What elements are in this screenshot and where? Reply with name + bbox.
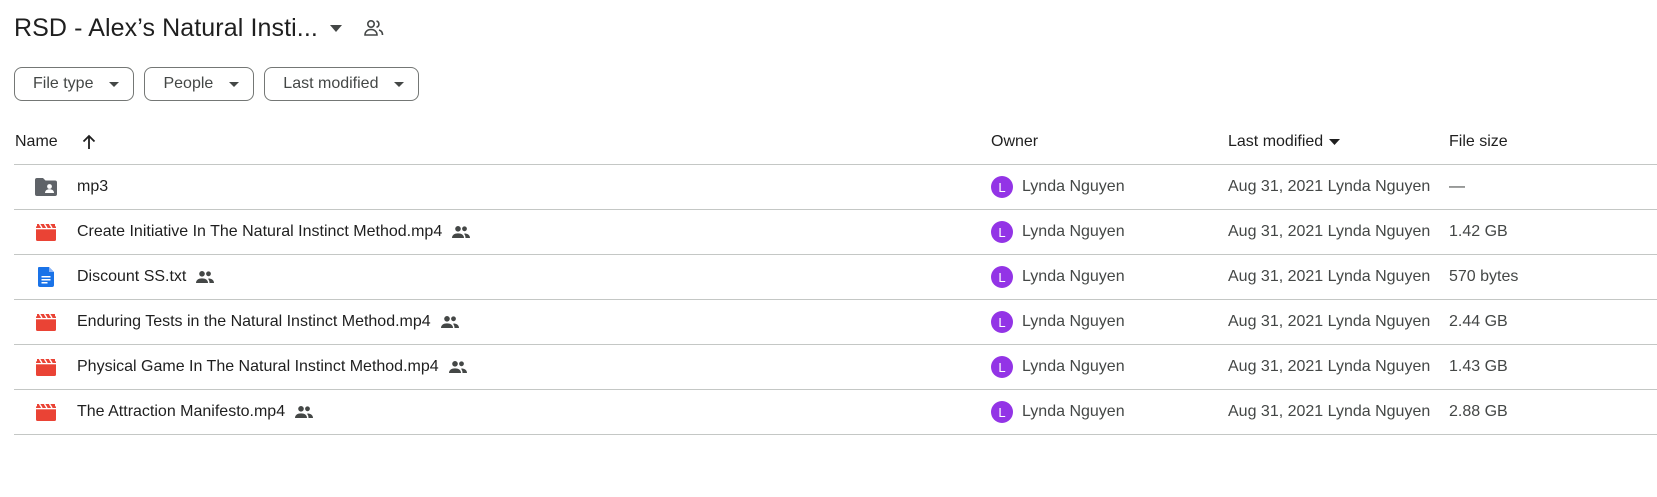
shared-icon (440, 315, 459, 329)
table-row[interactable]: The Attraction Manifesto.mp4 L Lynda Nguye… (14, 390, 1657, 435)
video-file-icon (34, 345, 58, 389)
file-size-cell: 2.88 GB (1449, 403, 1508, 420)
file-name-cell: Create Initiative In The Natural Instinc… (77, 210, 471, 254)
shared-icon (295, 405, 314, 419)
shared-icon (196, 270, 215, 284)
owner-name: Lynda Nguyen (1022, 313, 1125, 330)
owner-cell: L Lynda Nguyen (991, 300, 1125, 344)
file-size-cell: 1.42 GB (1449, 223, 1508, 240)
file-name-cell: mp3 (77, 165, 108, 209)
file-name: mp3 (77, 178, 109, 195)
file-name: Create Initiative In The Natural Instinc… (77, 223, 443, 240)
owner-cell: L Lynda Nguyen (991, 210, 1125, 254)
last-modified-cell: Aug 31, 2021 Lynda Nguyen (1228, 403, 1431, 420)
last-modified-cell: Aug 31, 2021 Lynda Nguyen (1228, 223, 1431, 240)
video-file-icon (34, 390, 58, 434)
video-file-icon (34, 300, 58, 344)
file-name: Discount SS.txt (77, 268, 187, 285)
people-icon[interactable] (364, 19, 384, 37)
caret-down-icon (109, 81, 120, 87)
file-size-cell: 1.43 GB (1449, 358, 1508, 375)
file-name: The Attraction Manifesto.mp4 (77, 403, 286, 420)
caret-down-icon (1329, 139, 1341, 145)
file-name: Physical Game In The Natural Instinct Me… (77, 358, 439, 375)
owner-cell: L Lynda Nguyen (991, 345, 1125, 389)
file-type-filter-chip[interactable]: File type (14, 67, 135, 101)
filter-bar: File type People Last modified (14, 67, 420, 101)
file-name: Enduring Tests in the Natural Instinct M… (77, 313, 431, 330)
table-row[interactable]: mp3 L Lynda Nguyen Aug 31, 2021 Lynda Nguye… (14, 165, 1657, 210)
table-header: Name Owner Last modified File size (14, 120, 1657, 165)
owner-name: Lynda Nguyen (1022, 268, 1125, 285)
owner-cell: L Lynda Nguyen (991, 255, 1125, 299)
people-filter-chip[interactable]: People (144, 67, 255, 101)
shared-icon (452, 225, 471, 239)
last-modified-cell: Aug 31, 2021 Lynda Nguyen (1228, 358, 1431, 375)
file-name-cell: Discount SS.txt (77, 255, 215, 299)
avatar: L (991, 311, 1013, 333)
last-modified-filter-label: Last modified (283, 75, 379, 92)
file-name-cell: Enduring Tests in the Natural Instinct M… (77, 300, 459, 344)
folder-title[interactable]: RSD - Alex’s Natural Insti... (14, 14, 318, 43)
file-size-cell: — (1449, 178, 1465, 195)
owner-cell: L Lynda Nguyen (991, 390, 1125, 434)
text-file-icon (34, 255, 58, 299)
shared-folder-icon (34, 165, 58, 209)
file-size-column-header[interactable]: File size (1449, 120, 1508, 164)
owner-cell: L Lynda Nguyen (991, 165, 1125, 209)
table-row[interactable]: Physical Game In The Natural Instinct Me… (14, 345, 1657, 390)
avatar: L (991, 266, 1013, 288)
owner-name: Lynda Nguyen (1022, 223, 1125, 240)
table-row[interactable]: Create Initiative In The Natural Instinc… (14, 210, 1657, 255)
file-name-cell: Physical Game In The Natural Instinct Me… (77, 345, 467, 389)
people-filter-label: People (163, 75, 214, 92)
last-modified-cell: Aug 31, 2021 Lynda Nguyen (1228, 313, 1431, 330)
table-body: mp3 L Lynda Nguyen Aug 31, 2021 Lynda Nguye… (14, 165, 1657, 435)
last-modified-column-label: Last modified (1228, 133, 1324, 150)
caret-down-icon[interactable] (329, 24, 342, 32)
last-modified-cell: Aug 31, 2021 Lynda Nguyen (1228, 178, 1431, 195)
owner-name: Lynda Nguyen (1022, 358, 1125, 375)
file-size-cell: 2.44 GB (1449, 313, 1508, 330)
file-size-cell: 570 bytes (1449, 268, 1519, 285)
file-list: Name Owner Last modified File size mp3 L L… (14, 120, 1657, 435)
avatar: L (991, 356, 1013, 378)
owner-name: Lynda Nguyen (1022, 178, 1125, 195)
last-modified-filter-chip[interactable]: Last modified (264, 67, 420, 101)
table-row[interactable]: Discount SS.txt L Lynda Nguyen Aug 31, 2021… (14, 255, 1657, 300)
last-modified-column-header[interactable]: Last modified (1228, 120, 1341, 164)
video-file-icon (34, 210, 58, 254)
owner-name: Lynda Nguyen (1022, 403, 1125, 420)
table-row[interactable]: Enduring Tests in the Natural Instinct M… (14, 300, 1657, 345)
avatar: L (991, 176, 1013, 198)
name-column-header[interactable]: Name (15, 120, 58, 164)
owner-column-header[interactable]: Owner (991, 120, 1038, 164)
file-type-filter-label: File type (33, 75, 94, 92)
caret-down-icon (394, 81, 405, 87)
caret-down-icon (229, 81, 240, 87)
shared-icon (448, 360, 467, 374)
avatar: L (991, 221, 1013, 243)
sort-ascending-arrow-icon[interactable] (82, 120, 96, 164)
file-name-cell: The Attraction Manifesto.mp4 (77, 390, 314, 434)
last-modified-cell: Aug 31, 2021 Lynda Nguyen (1228, 268, 1431, 285)
folder-header: RSD - Alex’s Natural Insti... (14, 8, 384, 48)
avatar: L (991, 401, 1013, 423)
